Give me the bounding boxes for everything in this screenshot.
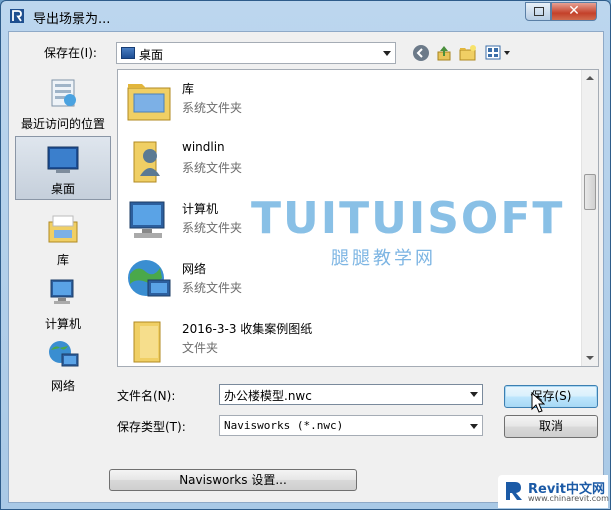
filetype-combo[interactable]: Navisworks (*.nwc) <box>219 415 483 436</box>
file-type: 系统文件夹 <box>182 221 243 235</box>
place-label: 计算机 <box>44 317 81 331</box>
file-type: 系统文件夹 <box>182 101 243 115</box>
folder-icon <box>133 321 161 363</box>
libraries-icon <box>48 215 78 243</box>
restore-icon <box>534 7 544 16</box>
place-label: 最近访问的位置 <box>20 117 105 131</box>
revit-logo-icon <box>506 482 522 500</box>
filename-input[interactable]: 办公楼模型.nwc <box>219 384 483 405</box>
libraries-folder-icon <box>127 84 171 121</box>
list-item[interactable]: 库 系统文件夹 <box>122 72 522 130</box>
save-dialog-window: 导出场景为... ✕ 保存在(I): 桌面 最近访问的位置 桌面 库 计算机 网… <box>0 0 611 510</box>
revit-app-icon <box>10 9 24 23</box>
place-label: 网络 <box>50 379 75 393</box>
list-item[interactable]: 2016-3-3 收集案例图纸 文件夹 <box>122 312 522 366</box>
computer-icon <box>129 201 165 238</box>
file-name: 2016-3-3 收集案例图纸 <box>182 322 313 336</box>
file-type: 系统文件夹 <box>182 281 243 295</box>
desktop-icon <box>121 47 135 59</box>
file-name: windlin <box>182 140 225 154</box>
file-type: 系统文件夹 <box>182 161 243 175</box>
save-button[interactable]: 保存(S) <box>504 385 598 408</box>
title-bar[interactable]: 导出场景为... ✕ <box>1 1 610 31</box>
network-icon <box>128 260 171 297</box>
revit-badge: Revit中文网 www.chinarevit.com <box>498 475 609 508</box>
view-menu-icon[interactable] <box>485 44 513 62</box>
watermark-subtext: 腿腿教学网 <box>331 248 436 269</box>
place-network[interactable]: 网络 <box>15 332 111 396</box>
chevron-down-icon[interactable] <box>470 424 478 429</box>
place-desktop[interactable]: 桌面 <box>15 136 111 200</box>
recent-places-icon <box>51 79 76 107</box>
watermark-text: TUITUISOFT <box>251 193 565 244</box>
filename-label: 文件名(N): <box>117 389 176 403</box>
file-type: 文件夹 <box>182 341 219 355</box>
close-icon: ✕ <box>568 3 580 19</box>
location-value: 桌面 <box>139 48 164 62</box>
place-recent[interactable]: 最近访问的位置 <box>15 70 111 134</box>
chevron-down-icon[interactable] <box>383 51 391 56</box>
file-name: 计算机 <box>182 202 219 216</box>
mouse-cursor-icon <box>531 392 545 413</box>
location-combo[interactable]: 桌面 <box>116 42 396 64</box>
place-computer[interactable]: 计算机 <box>15 270 111 334</box>
cancel-button[interactable]: 取消 <box>504 415 598 438</box>
close-button[interactable]: ✕ <box>551 2 597 21</box>
file-name: 库 <box>182 82 195 96</box>
computer-icon <box>50 279 74 304</box>
places-bar: 最近访问的位置 桌面 库 计算机 网络 <box>15 70 111 393</box>
file-name: 网络 <box>182 262 207 276</box>
scroll-thumb[interactable] <box>584 174 596 210</box>
desktop-icon <box>47 146 79 173</box>
filetype-value: Navisworks (*.nwc) <box>224 419 344 432</box>
scroll-down-button[interactable] <box>582 350 598 366</box>
dialog-body: 保存在(I): 桌面 最近访问的位置 桌面 库 计算机 网络 库 系统文件夹 w… <box>8 31 604 503</box>
place-label: 桌面 <box>50 182 75 196</box>
list-item[interactable]: 网络 系统文件夹 <box>122 252 522 310</box>
vertical-scrollbar[interactable] <box>581 70 598 366</box>
filename-value: 办公楼模型.nwc <box>224 389 312 403</box>
chevron-down-icon[interactable] <box>470 392 478 397</box>
network-icon <box>49 341 79 367</box>
user-folder-icon <box>133 141 160 183</box>
restore-button[interactable] <box>525 2 551 21</box>
navisworks-settings-button[interactable]: Navisworks 设置... <box>109 469 357 491</box>
save-in-label: 保存在(I): <box>44 46 97 60</box>
back-icon[interactable] <box>412 44 430 62</box>
new-folder-icon[interactable] <box>459 44 477 62</box>
up-folder-icon[interactable] <box>435 44 453 62</box>
window-title: 导出场景为... <box>33 12 111 27</box>
filetype-label: 保存类型(T): <box>117 420 186 434</box>
badge-url: www.chinarevit.com <box>528 494 609 503</box>
place-label: 库 <box>56 253 69 267</box>
place-libraries[interactable]: 库 <box>15 206 111 270</box>
scroll-up-button[interactable] <box>582 70 598 86</box>
list-item[interactable]: windlin 系统文件夹 <box>122 132 522 190</box>
